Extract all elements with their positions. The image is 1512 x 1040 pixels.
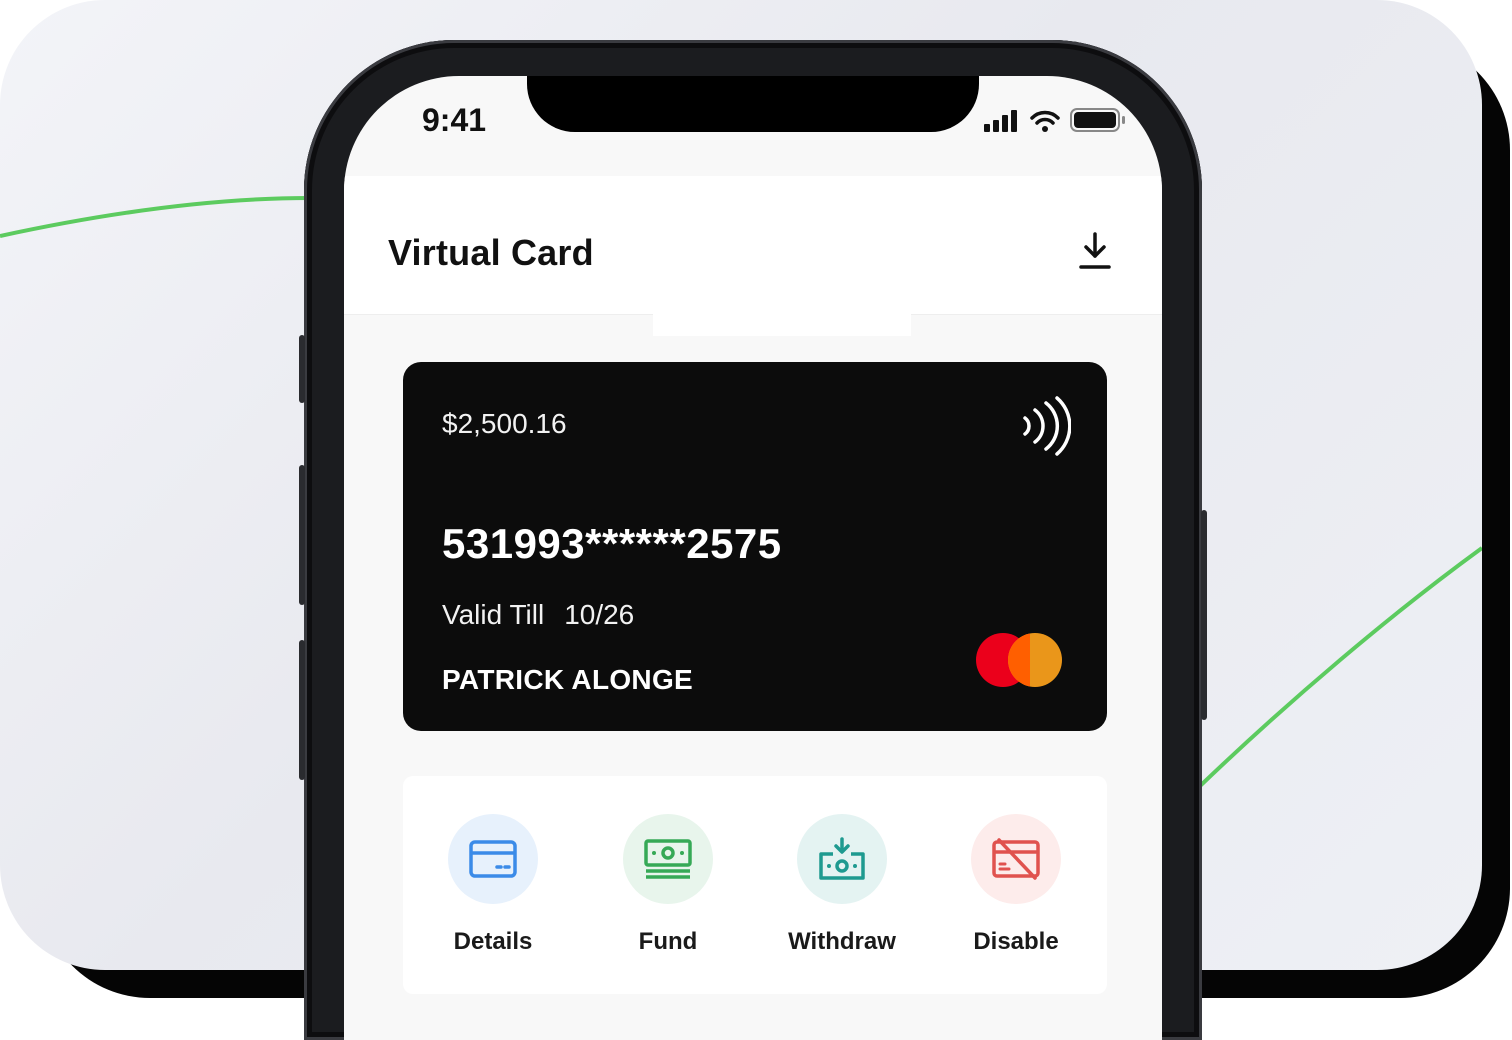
download-button[interactable]	[1078, 232, 1112, 272]
mastercard-logo	[976, 633, 1064, 689]
virtual-card[interactable]: $2,500.16 531993******2575 Valid Till 10…	[403, 362, 1107, 731]
card-icon	[469, 840, 517, 878]
card-holder-name: PATRICK ALONGE	[442, 664, 694, 695]
phone-frame: 9:41 Virtual Card $2,500.16 531993******…	[299, 40, 1207, 1040]
action-label: Details	[453, 928, 533, 955]
battery-icon	[1070, 108, 1125, 132]
volume-up-button	[299, 465, 305, 605]
card-number: 531993******2575	[442, 520, 782, 567]
power-button	[1201, 510, 1207, 720]
app-header: Virtual Card	[344, 176, 1162, 315]
signal-icon	[984, 110, 1017, 132]
details-icon-circle	[448, 814, 538, 904]
card-balance: $2,500.16	[442, 408, 567, 439]
notch	[527, 76, 979, 132]
valid-value: 10/26	[564, 599, 635, 630]
action-disable-button[interactable]: Disable	[936, 814, 1096, 956]
action-label: Withdraw	[788, 928, 896, 955]
status-time: 9:41	[422, 102, 487, 138]
disable-icon-circle	[971, 814, 1061, 904]
card-off-icon	[992, 838, 1040, 880]
action-label: Fund	[638, 928, 698, 955]
silent-switch	[299, 335, 305, 403]
phone-screen: 9:41 Virtual Card $2,500.16 531993******…	[344, 76, 1162, 1040]
card-validity: Valid Till 10/26	[442, 599, 634, 631]
stage: 9:41 Virtual Card $2,500.16 531993******…	[0, 0, 1512, 1040]
action-label: Disable	[973, 928, 1059, 955]
fund-icon-circle	[623, 814, 713, 904]
withdraw-icon-circle	[797, 814, 887, 904]
card-actions: Details Fund Withdraw Disable	[403, 776, 1107, 994]
contactless-icon	[1023, 396, 1071, 456]
status-icons	[984, 108, 1128, 132]
action-withdraw-button[interactable]: Withdraw	[762, 814, 922, 956]
wifi-icon	[1030, 110, 1060, 132]
withdraw-icon	[819, 837, 865, 880]
valid-label: Valid Till	[442, 599, 545, 630]
action-details-button[interactable]: Details	[413, 814, 573, 956]
page-title: Virtual Card	[388, 232, 594, 273]
volume-down-button	[299, 640, 305, 780]
header-tab-strip	[653, 314, 911, 336]
download-icon	[1079, 232, 1111, 269]
cash-icon	[644, 839, 692, 879]
action-fund-button[interactable]: Fund	[588, 814, 748, 956]
